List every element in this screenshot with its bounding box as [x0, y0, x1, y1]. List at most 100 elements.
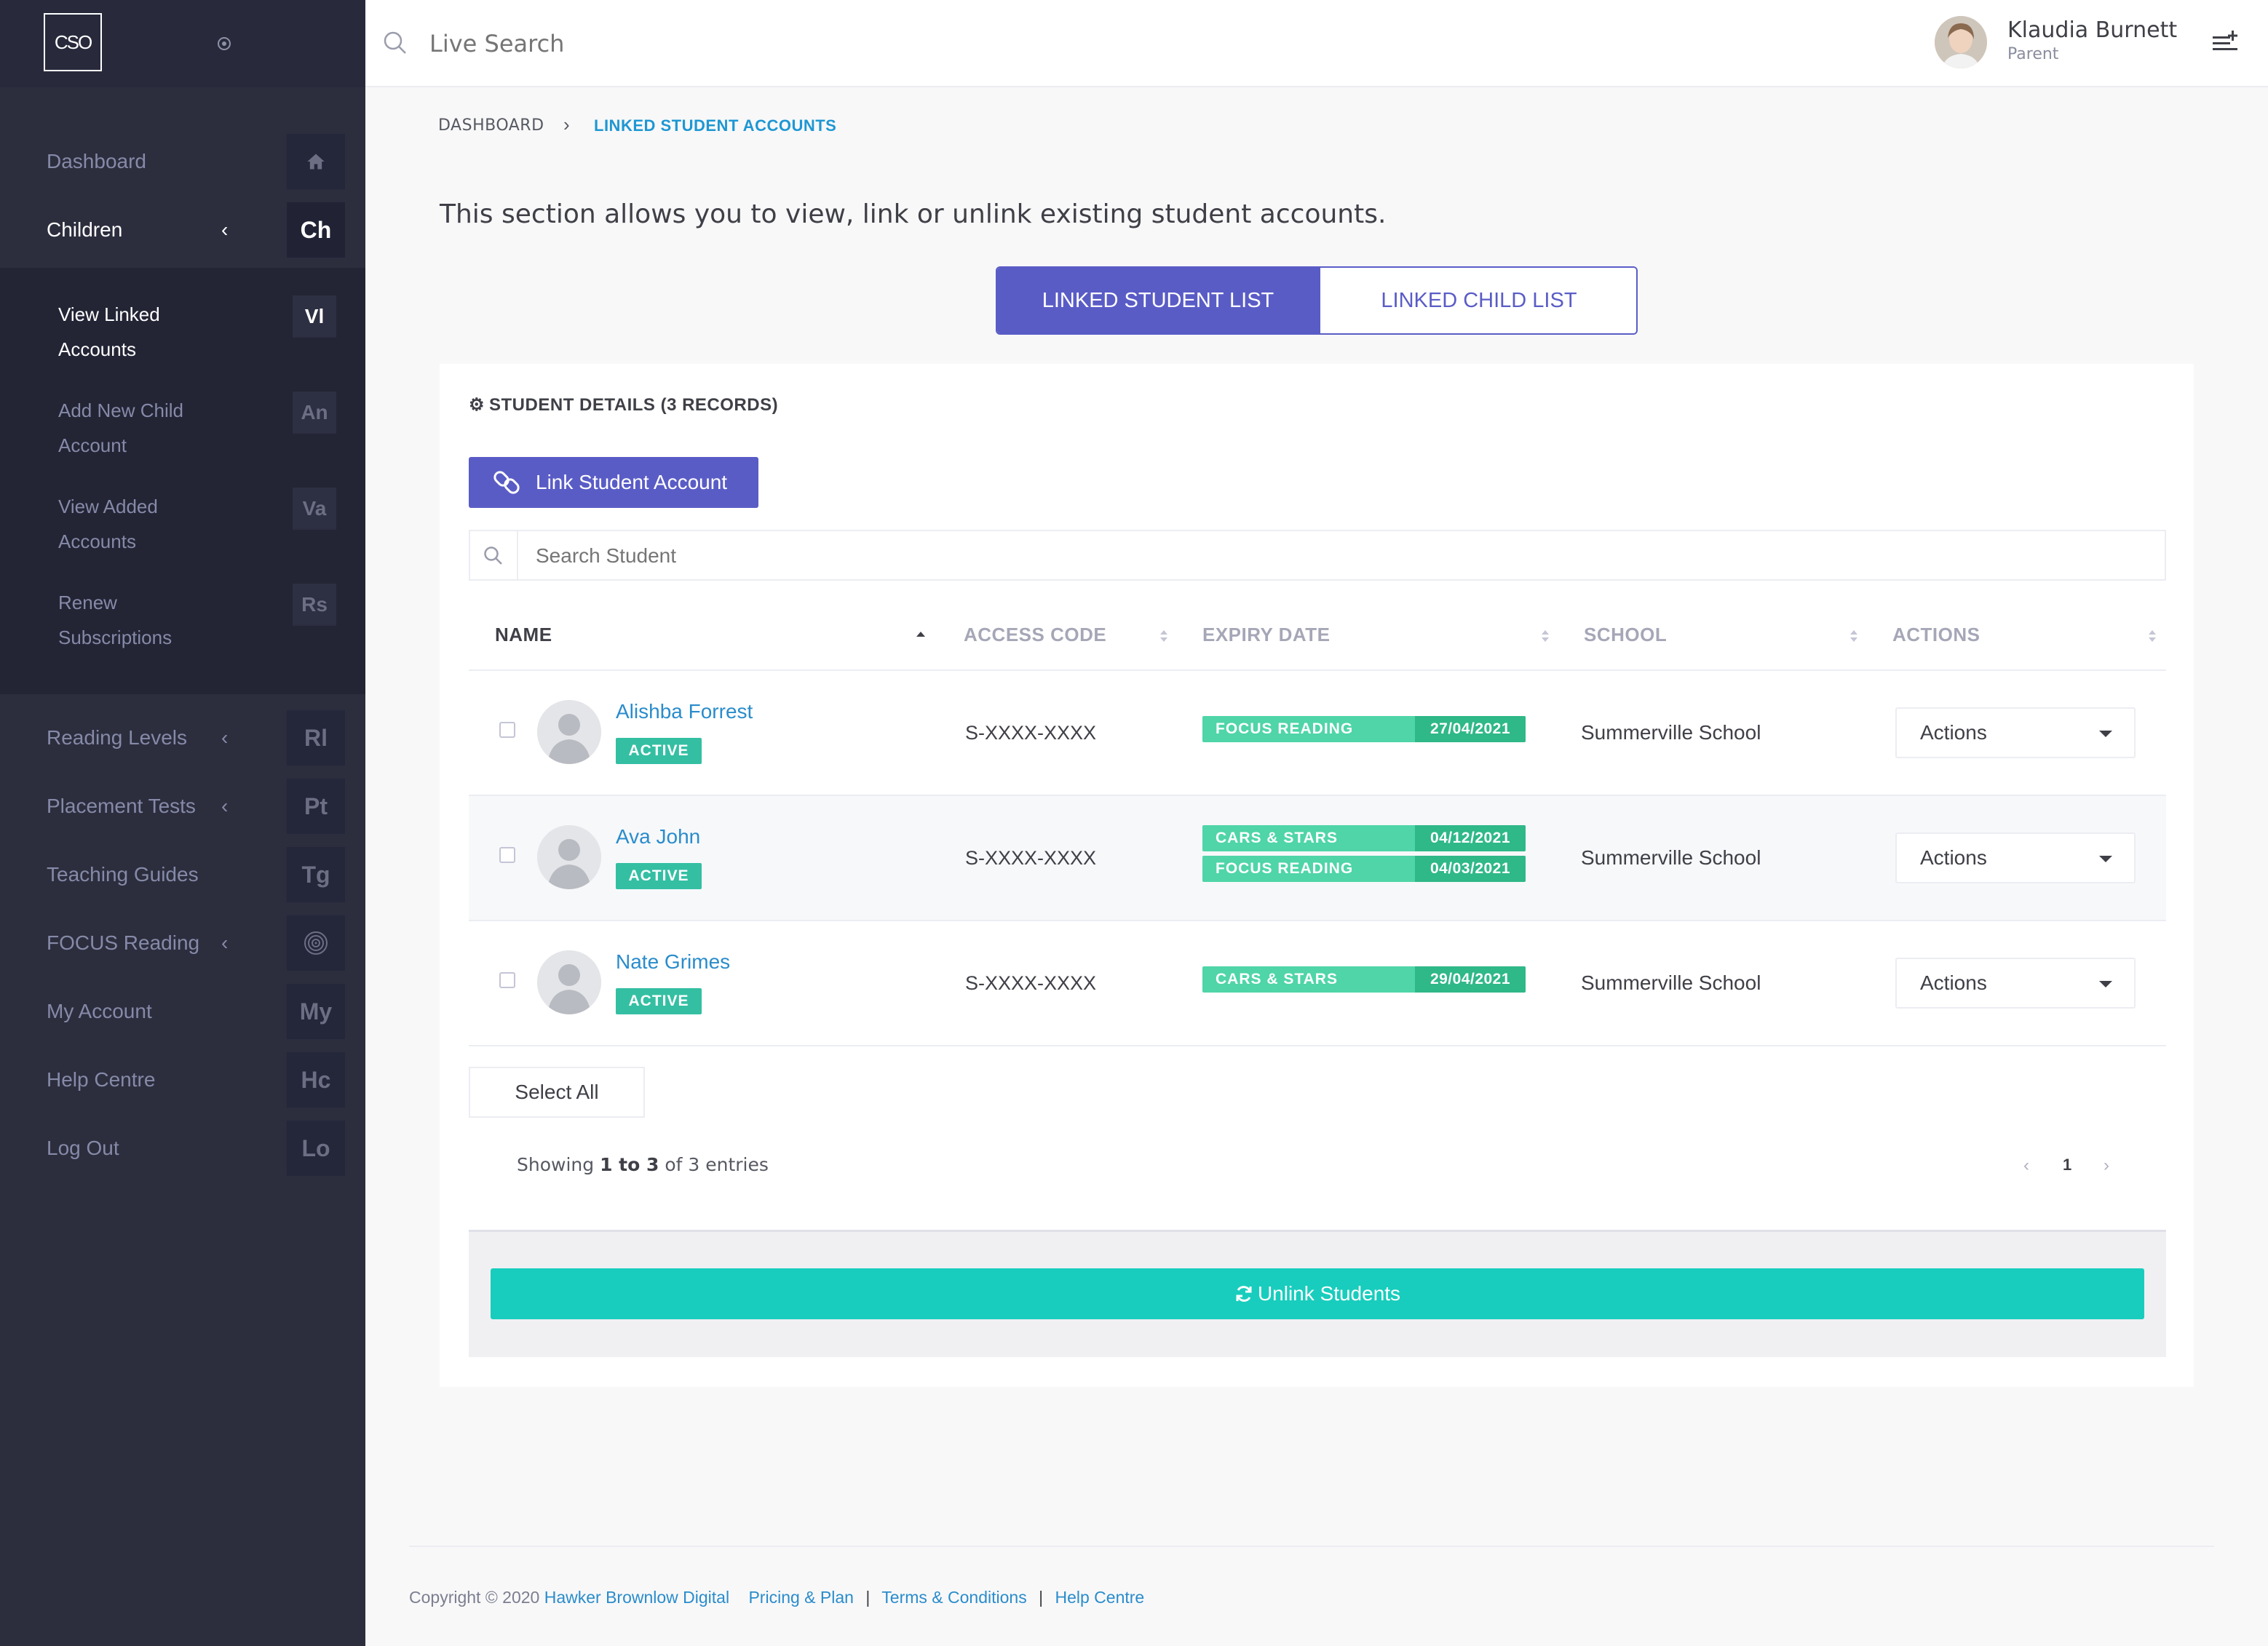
column-access-code[interactable]: ACCESS CODE [964, 600, 1106, 669]
submenu-item-view-added-accounts[interactable]: View Added Accounts Va [0, 460, 365, 556]
sort-icon[interactable] [1159, 629, 1169, 643]
search-icon[interactable] [383, 31, 408, 55]
footer-link-terms[interactable]: Terms & Conditions [881, 1588, 1026, 1607]
chevron-right-icon[interactable]: › [2104, 1156, 2109, 1176]
logo[interactable]: CSO [44, 13, 102, 71]
sidebar-item-abbr: Pt [287, 779, 345, 834]
actions-dropdown[interactable]: Actions [1895, 707, 2136, 758]
table-row: Alishba Forrest ACTIVE S-XXXX-XXXX FOCUS… [469, 671, 2166, 796]
sidebar-item-dashboard[interactable]: Dashboard [0, 132, 365, 191]
sidebar-item-abbr: Ch [287, 202, 345, 258]
company-link[interactable]: Hawker Brownlow Digital [544, 1588, 729, 1607]
row-checkbox[interactable] [499, 847, 515, 863]
search-addon [470, 531, 518, 579]
menu-plus-icon[interactable] [2211, 29, 2240, 55]
column-school[interactable]: SCHOOL [1584, 600, 1667, 669]
status-badge: ACTIVE [616, 738, 702, 764]
sidebar-item-my-account[interactable]: My Account My [0, 982, 365, 1041]
search-icon [483, 546, 504, 566]
entries-suffix: of 3 entries [665, 1154, 769, 1175]
children-submenu: View Linked Accounts Vl Add New Child Ac… [0, 268, 365, 694]
submenu-item-renew-subscriptions[interactable]: Renew Subscriptions Rs [0, 556, 365, 652]
subscription-name: CARS & STARS [1216, 830, 1338, 846]
caret-down-icon [2099, 981, 2112, 987]
subscription-name: FOCUS READING [1216, 720, 1354, 737]
student-name-link[interactable]: Ava John [616, 825, 700, 848]
submenu-item-abbr: Vl [293, 295, 336, 338]
chevron-left-icon: ‹ [221, 218, 229, 241]
sidebar-item-focus-reading[interactable]: FOCUS Reading ‹ [0, 914, 365, 972]
actions-label: Actions [1920, 721, 1987, 744]
student-details-card: ⚙ STUDENT DETAILS (3 RECORDS) Link Studen… [440, 364, 2194, 1387]
subscription-name: FOCUS READING [1216, 860, 1354, 877]
submenu-item-label: View Added Accounts [58, 496, 158, 552]
column-name[interactable]: NAME [495, 600, 552, 669]
sort-icon[interactable] [2147, 629, 2157, 643]
actions-dropdown[interactable]: Actions [1895, 958, 2136, 1009]
sidebar-item-reading-levels[interactable]: Reading Levels ‹ Rl [0, 709, 365, 767]
footer-separator: | [865, 1588, 871, 1607]
entries-range: 1 to 3 [600, 1154, 659, 1175]
sidebar-item-label: Reading Levels [47, 726, 188, 749]
caret-down-icon [2099, 856, 2112, 862]
sidebar-item-abbr: Lo [287, 1121, 345, 1176]
school-name: Summerville School [1581, 721, 1761, 744]
chevron-right-icon: › [563, 114, 571, 135]
unlink-students-button[interactable]: Unlink Students [491, 1268, 2144, 1319]
breadcrumb-dashboard-link[interactable]: DASHBOARD [438, 116, 544, 135]
home-icon [287, 134, 345, 189]
card-title-text: STUDENT DETAILS (3 RECORDS) [489, 395, 779, 415]
breadcrumb-current[interactable]: LINKED STUDENT ACCOUNTS [594, 116, 836, 135]
submenu-item-view-linked-accounts[interactable]: View Linked Accounts Vl [0, 268, 365, 364]
subscription-expiry: 04/03/2021 [1415, 856, 1526, 882]
avatar[interactable] [1935, 16, 1987, 68]
sidebar-item-log-out[interactable]: Log Out Lo [0, 1119, 365, 1177]
column-actions[interactable]: ACTIONS [1892, 600, 1980, 669]
sidebar-item-teaching-guides[interactable]: Teaching Guides Tg [0, 846, 365, 904]
row-checkbox[interactable] [499, 722, 515, 738]
access-code: S-XXXX-XXXX [965, 722, 1097, 744]
sidebar-item-help-centre[interactable]: Help Centre Hc [0, 1051, 365, 1109]
actions-dropdown[interactable]: Actions [1895, 832, 2136, 883]
select-all-button[interactable]: Select All [469, 1067, 645, 1118]
tab-linked-student-list[interactable]: LINKED STUDENT LIST [997, 268, 1319, 333]
chevron-left-icon[interactable]: ‹ [2023, 1156, 2029, 1176]
link-student-account-button[interactable]: Link Student Account [469, 457, 758, 508]
entries-info: Showing 1 to 3 of 3 entries [517, 1154, 769, 1175]
sidebar-toggle-icon[interactable] [215, 35, 233, 52]
actions-label: Actions [1920, 846, 1987, 869]
footer-divider [409, 1546, 2214, 1547]
student-name-link[interactable]: Alishba Forrest [616, 700, 753, 723]
table-row: Ava John ACTIVE S-XXXX-XXXX CARS & STARS… [469, 796, 2166, 921]
sidebar-item-children[interactable]: Children ‹ Ch [0, 201, 365, 259]
footer-separator: | [1039, 1588, 1044, 1607]
submenu-item-abbr: Va [293, 488, 336, 530]
column-expiry-date[interactable]: EXPIRY DATE [1202, 600, 1331, 669]
sort-icon[interactable] [1849, 629, 1859, 643]
sort-icon[interactable] [1540, 629, 1550, 643]
sidebar-item-label: My Account [47, 1000, 152, 1022]
footer-link-pricing[interactable]: Pricing & Plan [748, 1588, 853, 1607]
sidebar-item-placement-tests[interactable]: Placement Tests ‹ Pt [0, 777, 365, 835]
page-number[interactable]: 1 [2063, 1156, 2071, 1174]
tab-linked-child-list[interactable]: LINKED CHILD LIST [1319, 268, 1636, 333]
subscription-expiry: 04/12/2021 [1415, 825, 1526, 851]
sidebar-item-label: Children [47, 218, 123, 241]
link-student-account-label: Link Student Account [536, 471, 728, 493]
sort-asc-icon[interactable] [916, 629, 926, 643]
sidebar-item-abbr: Rl [287, 710, 345, 766]
user-role: Parent [2007, 45, 2059, 63]
student-name-link[interactable]: Nate Grimes [616, 950, 730, 974]
gear-icon: ⚙ [469, 395, 485, 415]
submenu-item-add-new-child-account[interactable]: Add New Child Account An [0, 364, 365, 460]
target-icon [287, 915, 345, 971]
school-name: Summerville School [1581, 971, 1761, 994]
live-search-input[interactable] [428, 26, 868, 61]
footer-link-help-centre[interactable]: Help Centre [1055, 1588, 1144, 1607]
card-footer: Unlink Students [469, 1230, 2166, 1357]
submenu-item-abbr: An [293, 391, 336, 434]
user-name[interactable]: Klaudia Burnett [2007, 17, 2177, 43]
row-checkbox[interactable] [499, 972, 515, 988]
sidebar-item-label: Help Centre [47, 1068, 156, 1091]
search-student-input[interactable] [534, 541, 1993, 570]
